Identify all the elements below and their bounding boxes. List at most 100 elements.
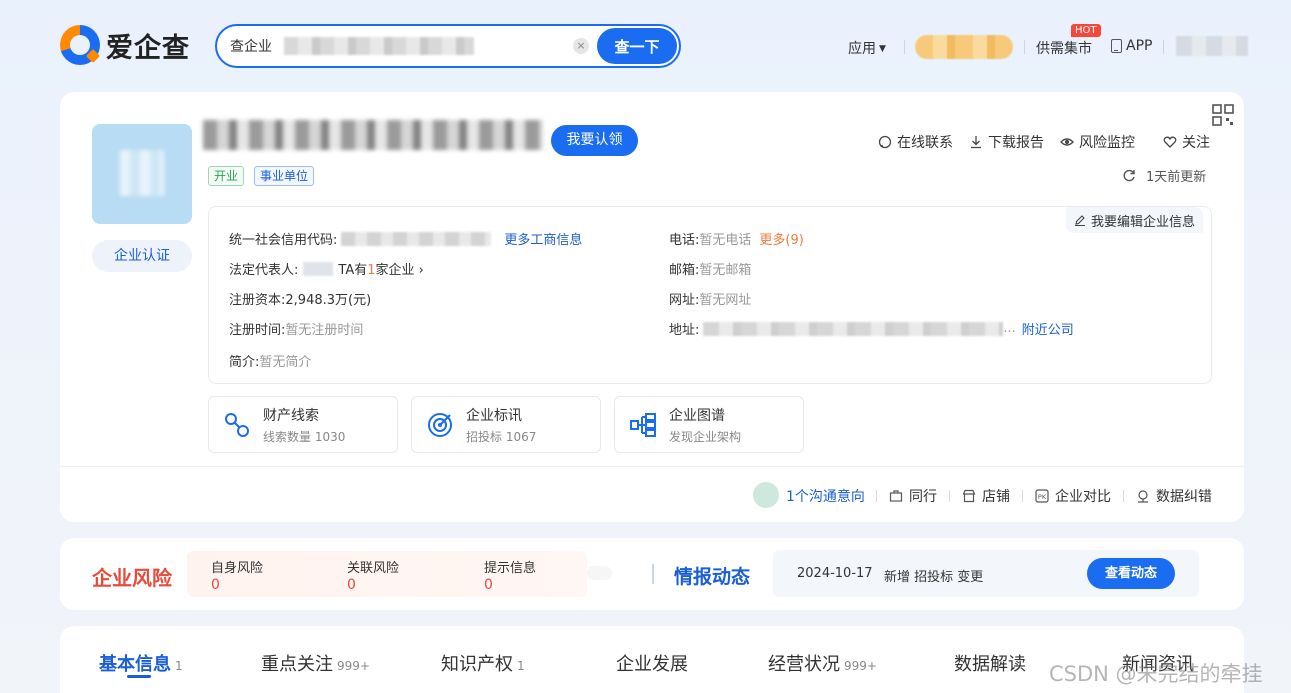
email-row: 邮箱: 暂无邮箱 xyxy=(669,259,751,278)
self-risk[interactable]: 自身风险 0 xyxy=(211,557,263,593)
capital-label: 注册资本: xyxy=(229,293,286,308)
tab-ip[interactable]: 知识产权 1 xyxy=(441,650,525,676)
risk-monitor-label: 风险监控 xyxy=(1079,135,1135,151)
legal-rep-companies-link[interactable]: TA有1家企业 › xyxy=(338,259,423,278)
search-bar[interactable]: 查企业 × 查一下 xyxy=(215,24,681,68)
capital-row: 注册资本: 2,948.3万(元) xyxy=(229,289,371,308)
divider xyxy=(1123,490,1124,502)
shop-label: 店铺 xyxy=(982,489,1010,505)
intel-title: 情报动态 xyxy=(674,566,751,588)
communication-intent-link[interactable]: 1个沟通意向 xyxy=(786,486,865,506)
feature-property-clue[interactable]: 财产线索 线索数量 1030 xyxy=(208,396,398,453)
feature-title: 企业标讯 xyxy=(466,407,522,424)
nav-app-menu[interactable]: 应用 ▼ xyxy=(848,38,886,58)
reg-time-label: 注册时间: xyxy=(229,323,286,338)
tab-operations[interactable]: 经营状况 999+ xyxy=(768,650,877,676)
feature-title: 财产线索 xyxy=(263,407,319,424)
briefcase-icon xyxy=(889,490,903,502)
tab-development[interactable]: 企业发展 xyxy=(616,650,688,676)
tab-key-focus[interactable]: 重点关注 999+ xyxy=(261,650,370,676)
download-report-button[interactable]: 下载报告 xyxy=(969,132,1044,152)
nearby-companies-link[interactable]: 附近公司 xyxy=(1022,319,1074,338)
tab-count: 1 xyxy=(517,659,525,673)
card-divider xyxy=(60,466,1244,467)
update-label: 1天前更新 xyxy=(1146,170,1207,185)
nav-app-download[interactable]: APP xyxy=(1111,38,1152,54)
more-phone-link[interactable]: 更多(9) xyxy=(759,229,803,248)
watermark: CSDN @未完结的牵挂 xyxy=(1049,662,1263,686)
peers-label: 同行 xyxy=(909,489,937,505)
related-risk[interactable]: 关联风险 0 xyxy=(347,557,399,593)
nav-app-label: 应用 xyxy=(848,41,876,57)
divider xyxy=(1022,490,1023,502)
shop-link[interactable]: 店铺 xyxy=(962,486,1010,506)
legal-rep-name[interactable] xyxy=(303,261,334,276)
phone-icon xyxy=(1111,39,1122,53)
search-input[interactable] xyxy=(284,37,474,55)
tab-data-insights[interactable]: 数据解读 xyxy=(954,650,1026,676)
pencil-icon xyxy=(1075,215,1085,226)
chat-icon xyxy=(878,135,892,149)
intel-summary: 新增 招投标 变更 xyxy=(884,570,984,585)
address-label: 地址: xyxy=(669,323,700,338)
hint-info[interactable]: 提示信息 0 xyxy=(484,557,536,593)
credit-code-row: 统一社会信用代码: 更多工商信息 xyxy=(229,229,582,248)
email-label: 邮箱: xyxy=(669,263,700,278)
close-icon[interactable]: × xyxy=(573,38,589,54)
reg-time-value: 暂无注册时间 xyxy=(285,323,364,338)
capital-value: 2,948.3万(元) xyxy=(285,293,372,308)
claim-button[interactable]: 我要认领 xyxy=(551,125,638,156)
intro-value: 暂无简介 xyxy=(259,355,312,370)
compare-link[interactable]: PK 企业对比 xyxy=(1035,486,1111,506)
phone-label: 电话: xyxy=(669,233,700,248)
follow-button[interactable]: 关注 xyxy=(1163,132,1210,152)
hot-badge: HOT xyxy=(1071,24,1101,37)
tab-basic-info[interactable]: 基本信息 1 xyxy=(99,650,183,676)
qr-code-icon[interactable] xyxy=(1212,104,1234,126)
status-badge: 开业 xyxy=(208,166,245,186)
communication-intent-label: 1个沟通意向 xyxy=(786,489,865,505)
search-button[interactable]: 查一下 xyxy=(597,28,677,64)
company-name xyxy=(203,120,543,150)
nav-app-download-label: APP xyxy=(1126,38,1153,54)
user-account[interactable] xyxy=(1176,36,1248,56)
peers-link[interactable]: 同行 xyxy=(889,486,937,506)
correction-icon xyxy=(1138,490,1148,503)
certify-button[interactable]: 企业认证 xyxy=(92,240,192,272)
data-correction-link[interactable]: 数据纠错 xyxy=(1136,486,1212,506)
chevron-down-icon: ▼ xyxy=(879,44,886,54)
divider xyxy=(652,564,654,584)
edit-info-button[interactable]: 我要编辑企业信息 xyxy=(1066,207,1204,233)
logo-icon xyxy=(60,25,101,65)
vip-badge[interactable] xyxy=(915,35,1013,59)
divider xyxy=(876,490,877,502)
address-ellipsis: ... xyxy=(1003,321,1016,336)
bid-target-icon xyxy=(428,412,452,437)
org-type-badge: 事业单位 xyxy=(254,166,315,186)
risk-monitor-button[interactable]: 风险监控 xyxy=(1060,132,1135,152)
legal-rep-label: 法定代表人: xyxy=(229,263,299,278)
related-risk-label: 关联风险 xyxy=(347,561,400,576)
online-contact-button[interactable]: 在线联系 xyxy=(878,132,953,152)
logo-text: 爱企查 xyxy=(106,32,190,64)
view-updates-button[interactable]: 查看动态 xyxy=(1087,558,1175,589)
more-business-info-link[interactable]: 更多工商信息 xyxy=(504,229,582,248)
legal-rep-count: 1 xyxy=(367,263,376,278)
download-icon xyxy=(971,136,981,149)
phone-value: 暂无电话 xyxy=(699,233,752,248)
tab-count: 1 xyxy=(175,659,183,673)
update-status[interactable]: 1天前更新 xyxy=(1122,166,1206,185)
feature-title: 企业图谱 xyxy=(669,407,725,424)
pk-icon: PK xyxy=(1035,489,1049,503)
hint-info-count: 0 xyxy=(484,577,493,593)
feature-bid-news[interactable]: 企业标讯 招投标 1067 xyxy=(411,396,601,453)
phone-row: 电话: 暂无电话 更多(9) xyxy=(669,229,804,248)
nav-market-link[interactable]: 供需集市 xyxy=(1036,38,1092,58)
feature-org-chart[interactable]: 企业图谱 发现企业架构 xyxy=(614,396,804,453)
intel-date: 2024-10-17 xyxy=(797,566,873,581)
avatar xyxy=(753,482,779,508)
company-logo xyxy=(92,124,192,224)
legal-rep-note-suffix: 家企业 › xyxy=(375,263,424,278)
divider xyxy=(949,490,950,502)
logo[interactable]: 爱企查 xyxy=(60,24,190,66)
